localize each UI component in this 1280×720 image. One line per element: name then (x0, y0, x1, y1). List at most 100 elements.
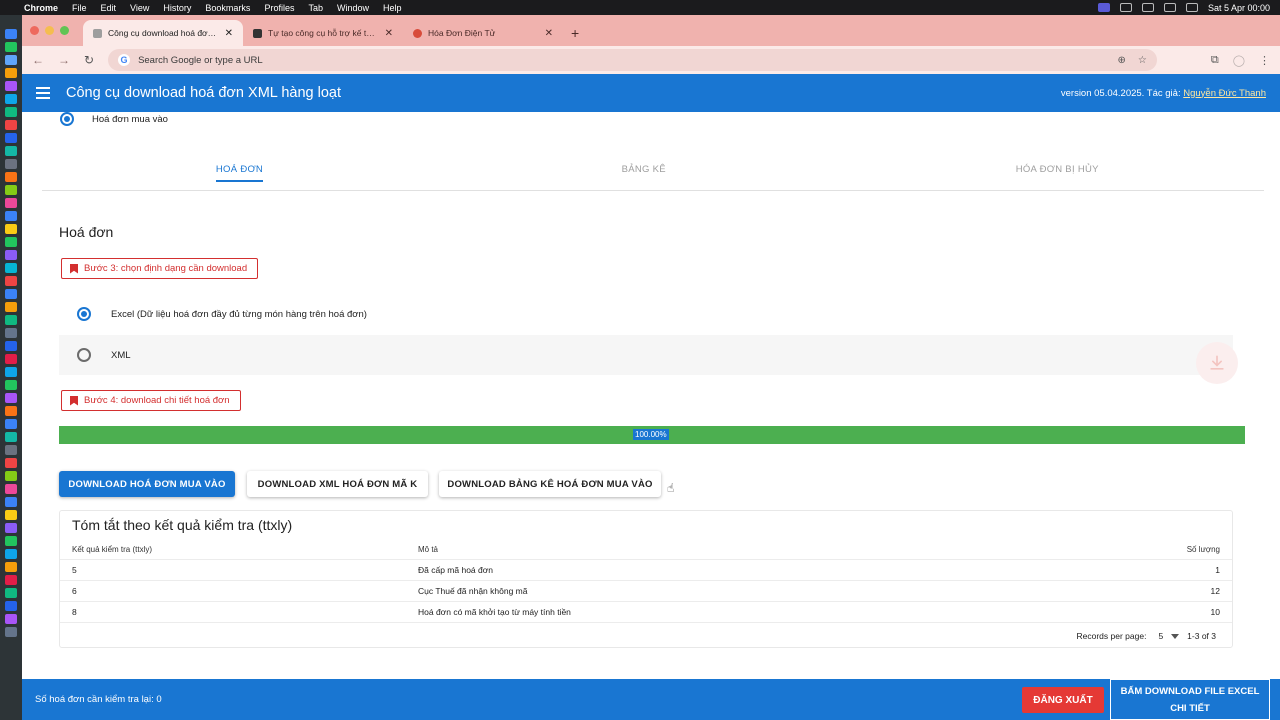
battery-icon[interactable] (1141, 3, 1154, 12)
dock-app-icon[interactable] (5, 497, 17, 507)
new-tab-button[interactable]: + (563, 20, 587, 46)
tab-invoices[interactable]: HOÁ ĐƠN (42, 148, 437, 190)
tab-close-icon[interactable]: ✕ (545, 28, 553, 39)
minimize-window-button[interactable] (45, 26, 54, 35)
radio-purchase-invoice[interactable] (60, 112, 74, 126)
menu-tab[interactable]: Tab (308, 3, 323, 13)
extensions-icon[interactable]: ⧉ (1211, 54, 1219, 67)
menu-window[interactable]: Window (337, 3, 369, 13)
column-header[interactable]: Mô tả (418, 545, 1160, 554)
dock-app-icon[interactable] (5, 380, 17, 390)
wifi-icon[interactable] (1163, 3, 1176, 12)
logout-button[interactable]: ĐĂNG XUẤT (1022, 687, 1104, 713)
dock-app-icon[interactable] (5, 289, 17, 299)
dock-app-icon[interactable] (5, 341, 17, 351)
menu-help[interactable]: Help (383, 3, 402, 13)
dock-app-icon[interactable] (5, 562, 17, 572)
browser-tab[interactable]: Tự tạo công cụ hỗ trợ kế toán ✕ (243, 20, 403, 46)
dock-app-icon[interactable] (5, 315, 17, 325)
dock-app-icon[interactable] (5, 419, 17, 429)
hamburger-menu-icon[interactable] (36, 87, 50, 99)
screen-record-icon[interactable] (1097, 3, 1110, 12)
dock-app-icon[interactable] (5, 432, 17, 442)
bookmark-star-icon[interactable]: ☆ (1138, 55, 1147, 66)
menu-bookmarks[interactable]: Bookmarks (205, 3, 250, 13)
dock-app-icon[interactable] (5, 354, 17, 364)
browser-tab-active[interactable]: Công cụ download hoá đơn X ✕ (83, 20, 243, 46)
format-option-xml[interactable]: XML (59, 335, 1233, 375)
menu-history[interactable]: History (163, 3, 191, 13)
dock-app-icon[interactable] (5, 523, 17, 533)
menu-view[interactable]: View (130, 3, 149, 13)
dock-app-icon[interactable] (5, 328, 17, 338)
dock-app-icon[interactable] (5, 159, 17, 169)
dock-app-icon[interactable] (5, 458, 17, 468)
dock-app-icon[interactable] (5, 250, 17, 260)
tab-invoice-list[interactable]: BẢNG KÊ (437, 148, 851, 190)
zoom-window-button[interactable] (60, 26, 69, 35)
dock-app-icon[interactable] (5, 133, 17, 143)
dock-app-icon[interactable] (5, 68, 17, 78)
invoice-type-option[interactable]: Hoá đơn mua vào (60, 112, 168, 126)
dock-app-icon[interactable] (5, 211, 17, 221)
browser-tab[interactable]: Hóa Đơn Điện Tử ✕ (403, 20, 563, 46)
radio-xml[interactable] (77, 348, 91, 362)
author-link[interactable]: Nguyễn Đức Thanh (1183, 88, 1266, 99)
profile-icon[interactable]: ◯ (1233, 54, 1245, 67)
dock-app-icon[interactable] (5, 42, 17, 52)
dock-app-icon[interactable] (5, 29, 17, 39)
radio-excel[interactable] (77, 307, 91, 321)
dock-app-icon[interactable] (5, 237, 17, 247)
format-option-excel[interactable]: Excel (Dữ liệu hoá đơn đầy đủ từng món h… (59, 294, 1233, 334)
dock-app-icon[interactable] (5, 198, 17, 208)
dock-app-icon[interactable] (5, 81, 17, 91)
records-per-page-select[interactable]: 5 (1158, 631, 1180, 641)
dock-app-icon[interactable] (5, 120, 17, 130)
dock-app-icon[interactable] (5, 302, 17, 312)
dock-app-icon[interactable] (5, 406, 17, 416)
column-header[interactable]: Số lượng (1160, 545, 1220, 554)
display-icon[interactable] (1119, 3, 1132, 12)
dock-app-icon[interactable] (5, 588, 17, 598)
close-window-button[interactable] (30, 26, 39, 35)
tab-close-icon[interactable]: ✕ (385, 28, 393, 39)
dock-app-icon[interactable] (5, 55, 17, 65)
dock-app-icon[interactable] (5, 510, 17, 520)
dock-app-icon[interactable] (5, 536, 17, 546)
back-icon[interactable]: ← (32, 53, 44, 67)
download-fab[interactable] (1196, 342, 1238, 384)
menu-app-name[interactable]: Chrome (24, 3, 58, 13)
dock-app-icon[interactable] (5, 224, 17, 234)
column-header[interactable]: Kết quả kiểm tra (ttxly) (72, 545, 418, 554)
menu-file[interactable]: File (72, 3, 87, 13)
reload-icon[interactable]: ↻ (84, 53, 94, 67)
dock-app-icon[interactable] (5, 575, 17, 585)
zoom-icon[interactable]: ⊕ (1117, 55, 1125, 66)
tab-cancelled-invoices[interactable]: HÓA ĐƠN BỊ HỦY (851, 148, 1265, 190)
dock-app-icon[interactable] (5, 367, 17, 377)
dock-app-icon[interactable] (5, 614, 17, 624)
forward-icon[interactable]: → (58, 53, 70, 67)
dock-app-icon[interactable] (5, 627, 17, 637)
dock-app-icon[interactable] (5, 471, 17, 481)
download-list-button[interactable]: DOWNLOAD BẢNG KÊ HOÁ ĐƠN MUA VÀO (439, 471, 661, 497)
menubar-clock[interactable]: Sat 5 Apr 00:00 (1208, 3, 1270, 13)
dock-app-icon[interactable] (5, 445, 17, 455)
dock-app-icon[interactable] (5, 484, 17, 494)
dock-app-icon[interactable] (5, 393, 17, 403)
download-invoices-button[interactable]: DOWNLOAD HOÁ ĐƠN MUA VÀO (59, 471, 235, 497)
menu-more-icon[interactable]: ⋮ (1259, 54, 1270, 67)
dock-app-icon[interactable] (5, 549, 17, 559)
download-excel-detail-button[interactable]: BẤM DOWNLOAD FILE EXCEL CHI TIẾT (1110, 679, 1270, 720)
dock-app-icon[interactable] (5, 276, 17, 286)
address-bar[interactable]: G Search Google or type a URL ⊕ ☆ (108, 49, 1157, 71)
dock-app-icon[interactable] (5, 263, 17, 273)
menu-profiles[interactable]: Profiles (264, 3, 294, 13)
download-xml-button[interactable]: DOWNLOAD XML HOÁ ĐƠN MÃ K (247, 471, 428, 497)
dock-app-icon[interactable] (5, 107, 17, 117)
tab-close-icon[interactable]: ✕ (225, 28, 233, 39)
menu-edit[interactable]: Edit (101, 3, 117, 13)
control-center-icon[interactable] (1185, 3, 1198, 12)
dock-app-icon[interactable] (5, 146, 17, 156)
dock-app-icon[interactable] (5, 94, 17, 104)
